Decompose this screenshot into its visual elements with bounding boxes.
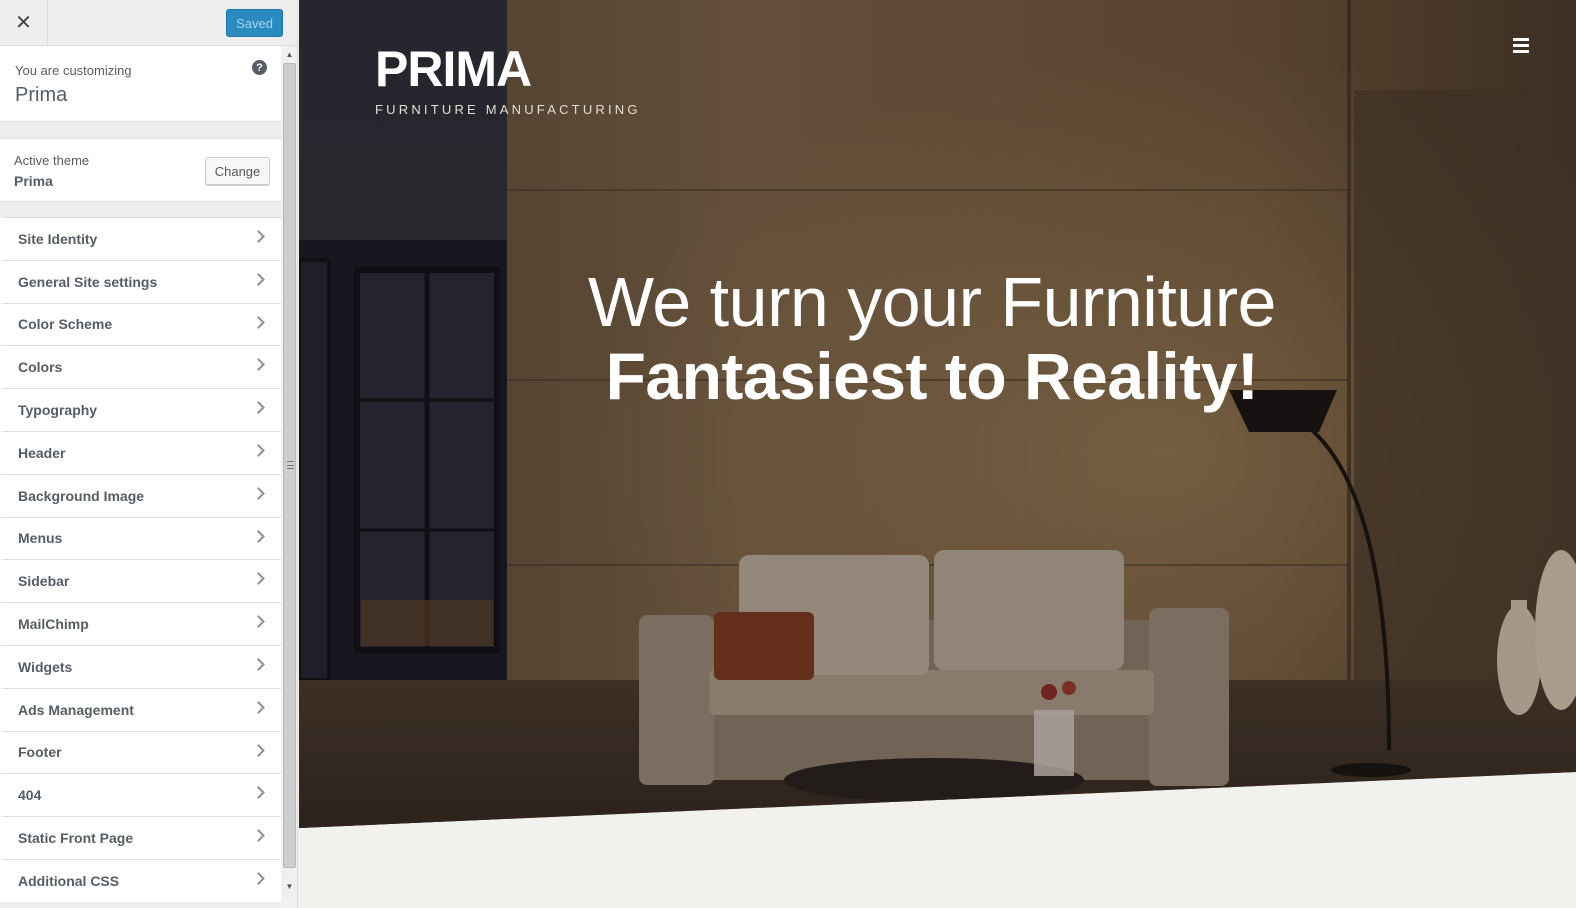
site-preview: PRIMA FURNITURE MANUFACTURING We turn yo… <box>299 0 1576 908</box>
chevron-right-icon <box>252 786 265 800</box>
chevron-right-icon <box>252 358 265 372</box>
active-theme-label: Active theme <box>14 153 90 168</box>
chevron-right-icon <box>252 401 265 415</box>
panel-label: Widgets <box>18 658 73 675</box>
sidebar-scrollbar[interactable]: ▲ ▼ <box>281 46 297 908</box>
panel-background-image[interactable]: Background Image <box>0 473 281 517</box>
chevron-right-icon <box>252 872 265 885</box>
panel-label: Background Image <box>18 487 145 504</box>
panel-label: Footer <box>18 744 62 761</box>
panel-color-scheme[interactable]: Color Scheme <box>0 302 281 346</box>
panel-static-front-page[interactable]: Static Front Page <box>0 816 281 859</box>
hero-heading-line2: Fantasiest to Reality! <box>605 339 1259 413</box>
change-theme-button[interactable]: Change <box>205 157 270 185</box>
hero-background-image <box>299 0 1576 828</box>
chevron-right-icon <box>252 658 265 671</box>
panel-label: Colors <box>18 359 63 376</box>
site-tagline: FURNITURE MANUFACTURING <box>375 102 641 117</box>
panel-label: Menus <box>18 530 63 547</box>
panel-label: Sidebar <box>18 573 70 590</box>
site-title[interactable]: PRIMA <box>375 40 532 98</box>
chevron-right-icon <box>252 829 265 843</box>
chevron-right-icon <box>252 230 265 243</box>
scrollbar-grip-icon <box>287 461 294 469</box>
panel-footer[interactable]: Footer <box>0 730 281 774</box>
panel-label: MailChimp <box>18 616 89 633</box>
panel-list: Site Identity General Site settings Colo… <box>0 217 281 902</box>
panel-label: Color Scheme <box>18 316 113 333</box>
chevron-right-icon <box>252 529 265 543</box>
close-icon: ✕ <box>15 12 32 34</box>
panel-ads-management[interactable]: Ads Management <box>0 687 281 731</box>
chevron-right-icon <box>252 700 265 714</box>
panel-label: 404 <box>18 787 42 804</box>
customizing-label: You are customizing <box>15 63 132 78</box>
panel-label: Site Identity <box>18 230 98 247</box>
customize-info: You are customizing Prima ? <box>0 46 281 122</box>
panel-additional-css[interactable]: Additional CSS <box>0 858 281 902</box>
panel-label: Additional CSS <box>18 872 120 889</box>
hero-heading-line1: We turn your Furniture <box>588 263 1276 341</box>
active-theme-section: Active theme Prima Change <box>0 138 281 202</box>
chevron-right-icon <box>252 486 265 500</box>
chevron-right-icon <box>252 615 265 629</box>
panel-sidebar[interactable]: Sidebar <box>0 559 281 603</box>
chevron-right-icon <box>252 315 265 329</box>
panel-widgets[interactable]: Widgets <box>0 644 281 688</box>
scrollbar-thumb[interactable] <box>283 63 296 868</box>
chevron-right-icon <box>252 272 265 286</box>
close-button[interactable]: ✕ <box>0 0 48 45</box>
panel-label: General Site settings <box>18 273 158 290</box>
panel-menus[interactable]: Menus <box>0 516 281 560</box>
chevron-right-icon <box>252 444 265 457</box>
help-icon[interactable]: ? <box>252 60 267 75</box>
panel-typography[interactable]: Typography <box>0 388 281 431</box>
panel-label: Header <box>18 444 66 461</box>
customizer-sidebar: ✕ Saved You are customizing Prima ? Acti… <box>0 0 298 908</box>
panel-site-identity[interactable]: Site Identity <box>0 217 281 260</box>
scroll-down-arrow-icon[interactable]: ▼ <box>281 878 297 894</box>
chevron-right-icon <box>252 572 265 586</box>
panel-header[interactable]: Header <box>0 430 281 474</box>
panel-label: Ads Management <box>18 701 134 718</box>
customizer-header: ✕ Saved <box>0 0 297 46</box>
panel-label: Static Front Page <box>18 830 134 847</box>
panel-label: Typography <box>18 402 98 419</box>
panel-404[interactable]: 404 <box>0 773 281 817</box>
active-theme-name: Prima <box>14 173 53 189</box>
chevron-right-icon <box>252 743 265 757</box>
hamburger-menu-icon[interactable] <box>1513 38 1531 53</box>
panel-general-site-settings[interactable]: General Site settings <box>0 259 281 303</box>
customizer-controls: You are customizing Prima ? Active theme… <box>0 46 281 908</box>
panel-mailchimp[interactable]: MailChimp <box>0 602 281 645</box>
site-name: Prima <box>15 84 68 106</box>
panel-colors[interactable]: Colors <box>0 345 281 389</box>
saved-button[interactable]: Saved <box>226 9 283 37</box>
scroll-up-arrow-icon[interactable]: ▲ <box>281 46 297 62</box>
